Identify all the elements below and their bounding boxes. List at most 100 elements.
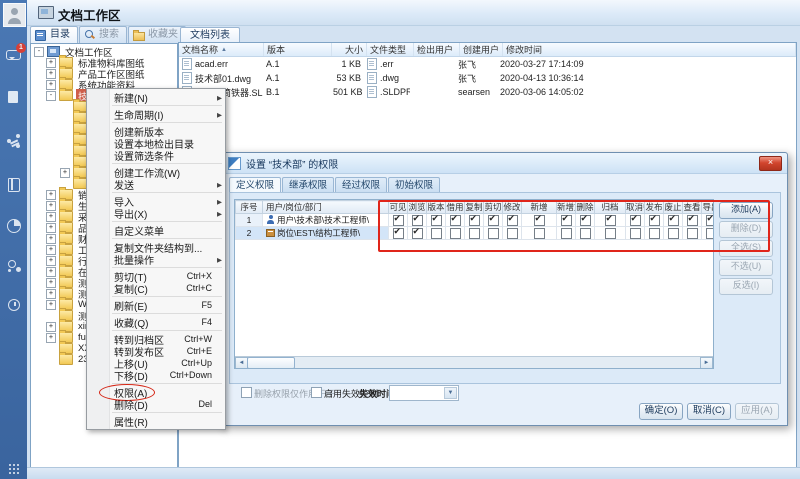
menu-item[interactable]: 权限(A) ▶: [87, 386, 225, 398]
tree-expander[interactable]: +: [46, 256, 56, 266]
tree-expander[interactable]: -: [46, 91, 56, 101]
menu-item[interactable]: 收藏(Q) F4 ▶: [87, 316, 225, 328]
permission-checkbox[interactable]: [630, 228, 641, 239]
user-settings-icon[interactable]: [6, 258, 21, 273]
permission-checkbox[interactable]: [393, 228, 404, 239]
permission-checkbox[interactable]: [534, 228, 545, 239]
app-grid-icon[interactable]: [6, 461, 21, 476]
menu-item[interactable]: 上移(U) Ctrl+Up ▶: [87, 357, 225, 369]
permission-checkbox[interactable]: [630, 215, 641, 226]
expiry-time-dropdown[interactable]: [389, 385, 459, 401]
report-chart-icon[interactable]: [6, 218, 21, 233]
permission-checkbox[interactable]: [431, 228, 442, 239]
permission-checkbox[interactable]: [488, 228, 499, 239]
menu-item[interactable]: 创建工作流(W) ▶: [87, 166, 225, 178]
permission-checkbox[interactable]: [469, 215, 480, 226]
tree-expander[interactable]: +: [60, 168, 70, 178]
permission-checkbox[interactable]: [605, 215, 616, 226]
dialog-tab[interactable]: 经过权限: [335, 177, 387, 193]
avatar[interactable]: [3, 3, 26, 27]
column-name[interactable]: 文档名称▲: [179, 43, 264, 56]
permission-checkbox[interactable]: [706, 228, 715, 239]
workflow-icon[interactable]: [6, 134, 21, 149]
scrollbar-thumb[interactable]: [247, 357, 295, 369]
permission-cell[interactable]: [664, 214, 683, 227]
tree-expander[interactable]: +: [46, 322, 56, 332]
permission-checkbox[interactable]: [706, 215, 715, 226]
permission-row[interactable]: 2 岗位\EST\结构工程师\: [236, 227, 715, 240]
tree-expander[interactable]: +: [46, 267, 56, 277]
permission-cell[interactable]: [408, 227, 427, 240]
permission-row[interactable]: 1 用户\技术部\技术工程师\: [236, 214, 715, 227]
tree-expander[interactable]: +: [46, 69, 56, 79]
menu-item[interactable]: 下移(D) Ctrl+Down ▶: [87, 369, 225, 381]
permission-checkbox[interactable]: [605, 228, 616, 239]
tab-catalog[interactable]: 目录: [30, 26, 78, 43]
permission-checkbox[interactable]: [450, 215, 461, 226]
permission-cell[interactable]: [522, 214, 557, 227]
menu-item[interactable]: 新建(N) ▶: [87, 91, 225, 103]
tree-expander[interactable]: +: [46, 234, 56, 244]
permission-action-button[interactable]: 不选(U): [719, 259, 773, 276]
permission-cell[interactable]: [465, 227, 484, 240]
menu-item[interactable]: 发送 ▶: [87, 178, 225, 190]
row-user-cell[interactable]: 用户\技术部\技术工程师\: [263, 214, 389, 227]
dialog-button[interactable]: 取消(C): [687, 403, 731, 420]
permission-checkbox[interactable]: [507, 215, 518, 226]
permission-checkbox[interactable]: [580, 228, 591, 239]
permission-checkbox[interactable]: [534, 215, 545, 226]
column-creator[interactable]: 创建用户: [460, 43, 503, 56]
menu-item[interactable]: 转到发布区 Ctrl+E ▶: [87, 345, 225, 357]
permission-cell[interactable]: [626, 214, 645, 227]
dialog-button[interactable]: 确定(O): [639, 403, 683, 420]
tree-expander[interactable]: -: [34, 47, 44, 57]
menu-item[interactable]: 自定义菜单 ▶: [87, 224, 225, 236]
column-version[interactable]: 版本: [264, 43, 332, 56]
column-filetype[interactable]: 文件类型: [367, 43, 414, 56]
horizontal-scrollbar[interactable]: ◄ ►: [235, 356, 713, 368]
tree-expander[interactable]: +: [46, 212, 56, 222]
tab-search[interactable]: 搜索: [79, 26, 127, 43]
permission-cell[interactable]: [645, 227, 664, 240]
permission-cell[interactable]: [557, 227, 576, 240]
document-row[interactable]: acad.err A.1 1 KB .err 张飞 2020-03-27 17:…: [179, 57, 796, 71]
permission-checkbox[interactable]: [393, 215, 404, 226]
tree-expander[interactable]: +: [46, 300, 56, 310]
close-icon[interactable]: ×: [759, 156, 782, 171]
column-modified[interactable]: 修改时间: [503, 43, 796, 56]
permission-cell[interactable]: [645, 214, 664, 227]
permission-checkbox[interactable]: [668, 215, 679, 226]
permission-cell[interactable]: [408, 214, 427, 227]
permission-checkbox[interactable]: [561, 228, 572, 239]
permission-cell[interactable]: [595, 227, 626, 240]
permission-checkbox[interactable]: [561, 215, 572, 226]
menu-item[interactable]: 属性(R) ▶: [87, 415, 225, 427]
permission-checkbox[interactable]: [687, 228, 698, 239]
column-checkout-user[interactable]: 检出用户: [414, 43, 460, 56]
permission-cell[interactable]: [427, 227, 446, 240]
permission-cell[interactable]: [576, 227, 595, 240]
permission-cell[interactable]: [702, 227, 715, 240]
permission-action-button[interactable]: 全选(S): [719, 240, 773, 257]
tree-expander[interactable]: +: [46, 201, 56, 211]
permission-checkbox[interactable]: [412, 228, 423, 239]
tree-expander[interactable]: +: [46, 289, 56, 299]
documents-icon[interactable]: [6, 90, 21, 105]
permission-cell[interactable]: [484, 227, 503, 240]
scroll-right-icon[interactable]: ►: [700, 357, 713, 369]
permission-cell[interactable]: [702, 214, 715, 227]
permission-cell[interactable]: [503, 227, 522, 240]
permission-checkbox[interactable]: [687, 215, 698, 226]
permission-action-button[interactable]: 反选(I): [719, 278, 773, 295]
permission-cell[interactable]: [595, 214, 626, 227]
document-row[interactable]: 技术部01.dwg A.1 53 KB .dwg 张飞 2020-04-13 1…: [179, 71, 796, 85]
menu-item[interactable]: 刷新(E) F5 ▶: [87, 299, 225, 311]
permission-cell[interactable]: [389, 214, 408, 227]
permission-cell[interactable]: [522, 227, 557, 240]
permission-cell[interactable]: [664, 227, 683, 240]
permission-checkbox[interactable]: [431, 215, 442, 226]
permission-cell[interactable]: [557, 214, 576, 227]
dialog-tab[interactable]: 定义权限: [229, 177, 281, 193]
tree-expander[interactable]: +: [46, 245, 56, 255]
clock-icon[interactable]: [6, 297, 21, 312]
